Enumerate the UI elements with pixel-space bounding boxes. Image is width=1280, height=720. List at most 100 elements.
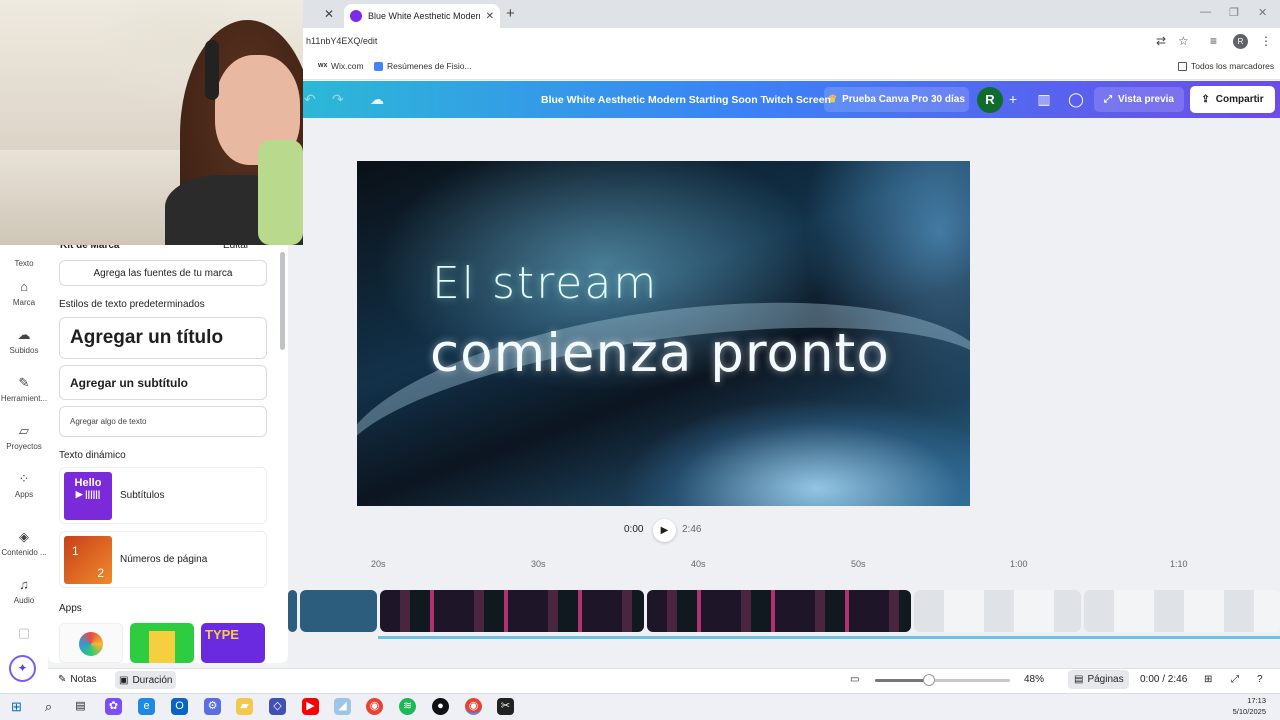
app-icon[interactable]: ◢ [334,698,351,715]
settings-app-icon[interactable]: ⚙ [204,698,221,715]
document-title[interactable]: Blue White Aesthetic Modern Starting Soo… [541,94,831,106]
close-tab-icon[interactable]: ✕ [486,11,494,22]
dynamic-text-heading: Texto dinámico [59,450,126,461]
rail-item-brand[interactable]: ⌂ Marca [0,279,48,307]
timeline-clip[interactable] [300,590,377,632]
restore-icon[interactable]: ❐ [1229,6,1239,19]
rail-item-uploads[interactable]: ☁ Subidos [0,327,48,355]
pages-icon: ▤ [1074,674,1084,685]
dynamic-subtitles-card[interactable]: Hello ▶ |||||| Subtítulos [59,467,267,524]
copilot-icon[interactable]: ✿ [105,698,122,715]
bookmark-wix[interactable]: wx Wix.com [318,61,364,71]
timeline-tick: 30s [531,559,546,569]
timeline-clip[interactable] [288,590,297,632]
grid-view-icon[interactable]: ⊞ [1204,674,1212,685]
rail-item-apps[interactable]: ⁘ Apps [0,471,48,499]
design-canvas[interactable]: El stream comienza pronto [357,161,970,506]
app-logo-icon: TYPE [205,627,239,642]
fit-screen-icon[interactable]: ▭ [850,674,859,685]
spotify-icon[interactable]: ≋ [399,698,416,715]
zoom-slider-fill [875,679,929,682]
app-tile[interactable]: TYPE [201,623,265,663]
add-title-button[interactable]: Agregar un título [59,317,267,359]
app-tile[interactable] [130,623,194,663]
panel-scrollbar[interactable] [280,252,285,350]
apps-icon: ⁘ [18,471,30,486]
rail-item-projects[interactable]: ▱ Proyectos [0,423,48,451]
crown-icon: ♛ [828,94,838,105]
redo-icon[interactable]: ↷ [332,91,344,108]
chrome-active-icon[interactable]: ◉ [465,698,482,715]
youtube-icon[interactable]: ▶ [302,698,319,715]
play-button[interactable]: ▶ [653,519,676,542]
comments-icon[interactable]: ◯ [1063,87,1089,112]
timeline-clip[interactable] [914,590,1081,632]
cloud-saved-icon[interactable]: ☁ [370,91,384,108]
translate-icon[interactable]: ⇄ [1156,34,1166,48]
profile-avatar[interactable]: R [1233,34,1248,49]
browser-tab-active[interactable]: Blue White Aesthetic Modern S ✕ [344,4,500,28]
new-tab-icon[interactable]: + [506,5,515,22]
taskbar-clock[interactable]: 17:13 5/10/2025 [1233,695,1266,717]
search-icon[interactable]: ⌕ [40,698,57,715]
windows-start-icon[interactable]: ⊞ [8,698,25,715]
share-button[interactable]: ⇪ Compartir [1190,86,1275,113]
close-tab-icon[interactable]: ✕ [324,7,334,21]
insights-icon[interactable]: ▥ [1031,87,1057,112]
add-brand-fonts-button[interactable]: Agrega las fuentes de tu marca [59,260,267,286]
add-body-text-button[interactable]: Agregar algo de texto [59,406,267,437]
capcut-icon[interactable]: ✂ [497,698,514,715]
obs-icon[interactable]: ● [432,698,449,715]
task-view-icon[interactable]: ▤ [72,698,89,715]
try-pro-button[interactable]: ♛ Prueba Canva Pro 30 días [824,87,969,112]
store-icon[interactable]: ◇ [269,698,286,715]
bookmark-all[interactable]: Todos los marcadores [1178,61,1274,71]
preview-button[interactable]: ⤢ Vista previa [1094,87,1184,112]
close-window-icon[interactable]: ✕ [1258,6,1267,19]
timeline-tick: 50s [851,559,866,569]
timeline-clip[interactable] [1084,590,1280,632]
outlook-icon[interactable]: O [171,698,188,715]
expand-icon: ⤢ [1104,94,1113,105]
file-explorer-icon[interactable]: ▰ [236,698,253,715]
windows-taskbar [0,693,1280,720]
notes-button[interactable]: ✎ Notas [58,674,97,685]
rail-item-more[interactable]: ▢ [0,625,48,641]
sparkle-icon: ✦ [17,661,28,675]
apps-heading: Apps [59,603,82,614]
canvas-heading-line2[interactable]: comienza pronto [430,323,890,384]
duration-button[interactable]: ▣ Duración [115,671,177,689]
chrome-icon[interactable]: ◉ [366,698,383,715]
page-numbers-card[interactable]: 12 Números de página [59,531,267,588]
rail-item-content[interactable]: ◈ Contenido ... [0,529,48,557]
bookmark-star-icon[interactable]: ☆ [1178,34,1189,48]
magic-assistant-button[interactable]: ✦ [9,655,36,682]
rail-item-tools[interactable]: ✎ Herramient... [0,375,48,403]
add-collaborator-icon[interactable]: + [1000,87,1026,112]
more-menu-icon[interactable]: ⋮ [1260,34,1272,48]
bookmark-resumenes[interactable]: Resúmenes de Fisio... [374,61,472,71]
doc-icon [374,61,383,71]
folder-icon [1178,61,1187,71]
rail-item-audio[interactable]: ♫ Audio [0,577,48,605]
timeline-clip[interactable] [380,590,644,632]
app-logo-icon [149,631,175,663]
media-control-icon[interactable]: ≡ [1210,34,1217,48]
pages-label[interactable]: ▤ Páginas [1074,674,1124,685]
canvas-heading-line1[interactable]: El stream [432,258,658,309]
undo-icon[interactable]: ↶ [304,91,316,108]
timeline-clip[interactable] [647,590,911,632]
edge-icon[interactable]: e [138,698,155,715]
minimize-icon[interactable]: — [1200,6,1211,18]
audio-wave-icon: ▶ |||||| [75,488,101,499]
zoom-slider-handle[interactable] [923,674,935,686]
upload-icon: ☁ [17,327,31,342]
zoom-level[interactable]: 48% [1024,674,1044,685]
help-icon[interactable]: ? [1257,674,1263,685]
add-subtitle-button[interactable]: Agregar un subtítulo [59,365,267,400]
url-text[interactable]: h11nbY4EXQ/edit [306,36,377,46]
app-tile[interactable] [59,623,123,663]
fullscreen-icon[interactable]: ⤢ [1231,674,1239,685]
webcam-overlay [0,0,303,245]
page-numbers-thumbnail: 12 [64,535,112,584]
